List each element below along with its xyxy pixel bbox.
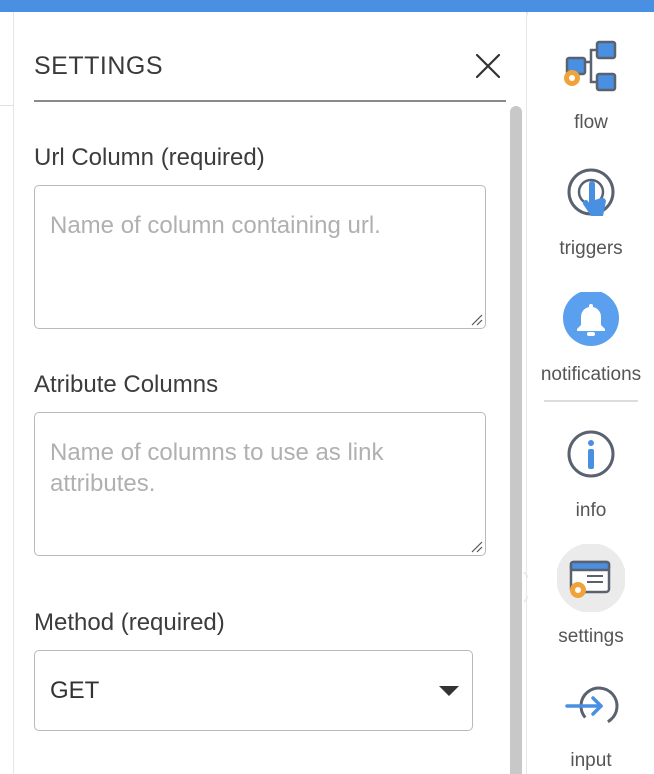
url-column-input[interactable]	[35, 186, 485, 328]
sidebar-divider	[544, 400, 638, 402]
settings-window-icon	[557, 544, 625, 612]
bell-icon	[563, 292, 619, 346]
method-label: Method (required)	[34, 609, 225, 636]
url-column-field-box	[34, 185, 486, 329]
input-arrow-icon	[565, 686, 619, 726]
sidebar-item-info[interactable]: info	[528, 428, 654, 538]
resize-grip-icon[interactable]	[469, 539, 483, 553]
sidebar-item-label: input	[570, 750, 612, 771]
sidebar-item-settings[interactable]: settings	[528, 544, 654, 654]
sidebar-item-flow[interactable]: flow	[528, 40, 654, 150]
url-column-label: Url Column (required)	[34, 144, 265, 171]
sidebar-item-label: flow	[574, 112, 608, 133]
attribute-columns-field-box	[34, 412, 486, 556]
sidebar-item-input[interactable]: input	[528, 680, 654, 774]
panel-header: SETTINGS	[34, 38, 506, 102]
close-button[interactable]	[474, 52, 502, 80]
attribute-columns-label: Atribute Columns	[34, 371, 219, 398]
pointer-hand-icon	[567, 168, 615, 216]
close-icon	[475, 53, 501, 79]
top-accent-bar	[0, 0, 654, 12]
settings-panel: SETTINGS Url Column (required) Atribute …	[14, 12, 527, 774]
background-canvas-strip	[0, 12, 14, 774]
background-divider	[0, 105, 14, 106]
sidebar-item-label: notifications	[540, 364, 642, 385]
sidebar-item-label: triggers	[559, 238, 623, 259]
sidebar-item-label: info	[575, 500, 607, 521]
right-sidebar: flow triggers notifications info setting…	[528, 12, 654, 774]
flow-icon	[564, 40, 617, 92]
panel-scrollbar[interactable]	[510, 106, 522, 774]
panel-title: SETTINGS	[34, 52, 164, 80]
method-select[interactable]: GET	[34, 650, 473, 731]
attribute-columns-input[interactable]	[35, 413, 485, 555]
dropdown-arrow-icon	[439, 686, 459, 696]
resize-grip-icon[interactable]	[469, 312, 483, 326]
sidebar-item-notifications[interactable]: notifications	[528, 292, 654, 402]
sidebar-item-triggers[interactable]: triggers	[528, 166, 654, 276]
method-selected-value: GET	[50, 677, 100, 704]
info-icon	[567, 430, 615, 478]
sidebar-item-label: settings	[558, 626, 624, 647]
